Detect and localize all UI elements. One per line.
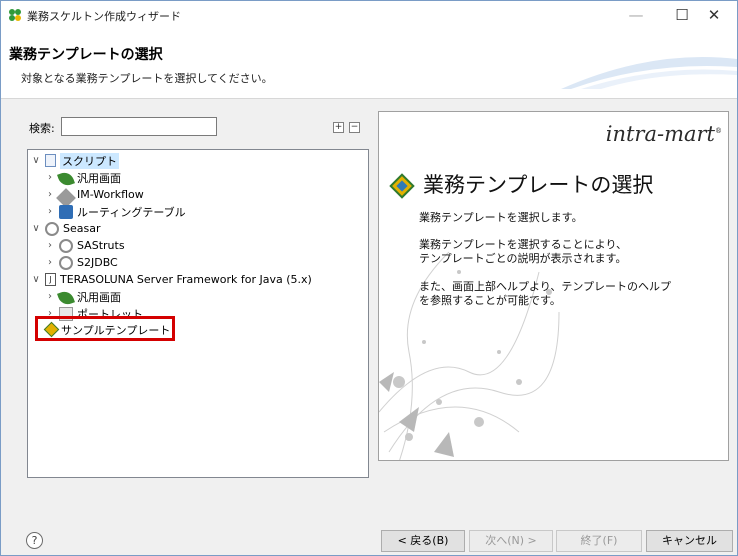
tree-node-sastruts[interactable]: › SAStruts <box>44 237 125 254</box>
help-icon[interactable]: ? <box>26 532 43 549</box>
tree-node-label: 汎用画面 <box>77 290 121 304</box>
collapsed-chevron-icon[interactable]: › <box>44 240 56 251</box>
minimize-button[interactable]: — <box>613 1 659 29</box>
description-title: 業務テンプレートの選択 <box>423 173 654 197</box>
tree-node-im-workflow[interactable]: › IM-Workflow <box>44 186 144 208</box>
expand-all-icon[interactable]: + <box>333 122 344 133</box>
page-title: 業務テンプレートの選択 <box>9 47 163 63</box>
tree-node-label: TERASOLUNA Server Framework for Java (5.… <box>60 273 312 286</box>
seasar-icon <box>59 238 73 253</box>
cancel-button[interactable]: キャンセル <box>646 530 733 552</box>
header-swoosh-graphic <box>561 57 737 89</box>
tree-node-label: 汎用画面 <box>77 171 121 185</box>
highlight-box <box>35 316 175 341</box>
tree-node-label: IM-Workflow <box>77 188 144 201</box>
tree-node-terasoluna[interactable]: ∨ J TERASOLUNA Server Framework for Java… <box>30 271 312 288</box>
description-pane: intra-mart® 業務テンプレートの選択 業務テンプレートを選択します。 … <box>378 111 729 461</box>
routing-icon <box>59 204 73 219</box>
collapsed-chevron-icon[interactable]: › <box>44 291 56 302</box>
expanded-chevron-icon[interactable]: ∨ <box>30 155 42 166</box>
seasar-icon <box>45 221 59 236</box>
close-button[interactable]: ✕ <box>691 1 737 29</box>
tree-node-s2jdbc[interactable]: › S2JDBC <box>44 254 118 271</box>
window-title: 業務スケルトン作成ウィザード <box>27 10 181 23</box>
tree-node-label: S2JDBC <box>77 256 118 269</box>
tree-node-label: スクリプト <box>60 152 119 169</box>
expanded-chevron-icon[interactable]: ∨ <box>30 223 42 234</box>
next-button[interactable]: 次へ(N) > <box>469 530 553 552</box>
template-selection-pane: 検索: + − ∨ スクリプト › 汎用画面 › IM-Workflow › ル… <box>1 99 375 487</box>
collapsed-chevron-icon[interactable]: › <box>44 257 56 268</box>
seasar-icon <box>59 255 73 270</box>
expanded-chevron-icon[interactable]: ∨ <box>30 274 42 285</box>
tree-node-seasar[interactable]: ∨ Seasar <box>30 220 101 237</box>
tree-node-generic-screen-terasoluna[interactable]: › 汎用画面 <box>44 288 121 307</box>
search-label: 検索: <box>29 122 55 135</box>
wizard-window: 業務スケルトン作成ウィザード — ☐ ✕ 業務テンプレートの選択 対象となる業務… <box>0 0 738 556</box>
template-tree[interactable]: ∨ スクリプト › 汎用画面 › IM-Workflow › ルーティングテーブ… <box>27 149 369 478</box>
description-paragraph: また、画面上部ヘルプより、テンプレートのヘルプ を参照することが可能です。 <box>419 280 672 307</box>
finish-button[interactable]: 終了(F) <box>556 530 642 552</box>
search-input[interactable] <box>61 117 217 136</box>
tree-node-generic-screen[interactable]: › 汎用画面 <box>44 169 121 188</box>
app-icon <box>9 9 21 21</box>
collapse-all-icon[interactable]: − <box>349 122 360 133</box>
script-icon <box>45 154 56 167</box>
wizard-header: 業務テンプレートの選択 対象となる業務テンプレートを選択してください。 <box>1 29 737 99</box>
tree-node-script[interactable]: ∨ スクリプト <box>30 152 119 169</box>
tree-node-label: ルーティングテーブル <box>77 205 186 219</box>
back-button[interactable]: < 戻る(B) <box>381 530 465 552</box>
collapsed-chevron-icon[interactable]: › <box>44 206 56 217</box>
description-paragraph: 業務テンプレートを選択することにより、 テンプレートごとの説明が表示されます。 <box>419 238 628 265</box>
tree-node-label: Seasar <box>63 222 101 235</box>
tree-node-label: SAStruts <box>77 239 125 252</box>
title-bar: 業務スケルトン作成ウィザード — ☐ ✕ <box>1 1 737 29</box>
jar-icon: J <box>45 273 56 286</box>
button-bar: ? < 戻る(B) 次へ(N) > 終了(F) キャンセル <box>1 487 737 555</box>
page-subtitle: 対象となる業務テンプレートを選択してください。 <box>21 72 273 85</box>
tree-node-routing-table[interactable]: › ルーティングテーブル <box>44 203 186 220</box>
description-line: 業務テンプレートを選択します。 <box>419 211 583 224</box>
intra-mart-logo: intra-mart® <box>605 122 722 146</box>
collapsed-chevron-icon[interactable]: › <box>44 189 56 200</box>
collapsed-chevron-icon[interactable]: › <box>44 172 56 183</box>
template-puzzle-icon <box>389 173 415 199</box>
